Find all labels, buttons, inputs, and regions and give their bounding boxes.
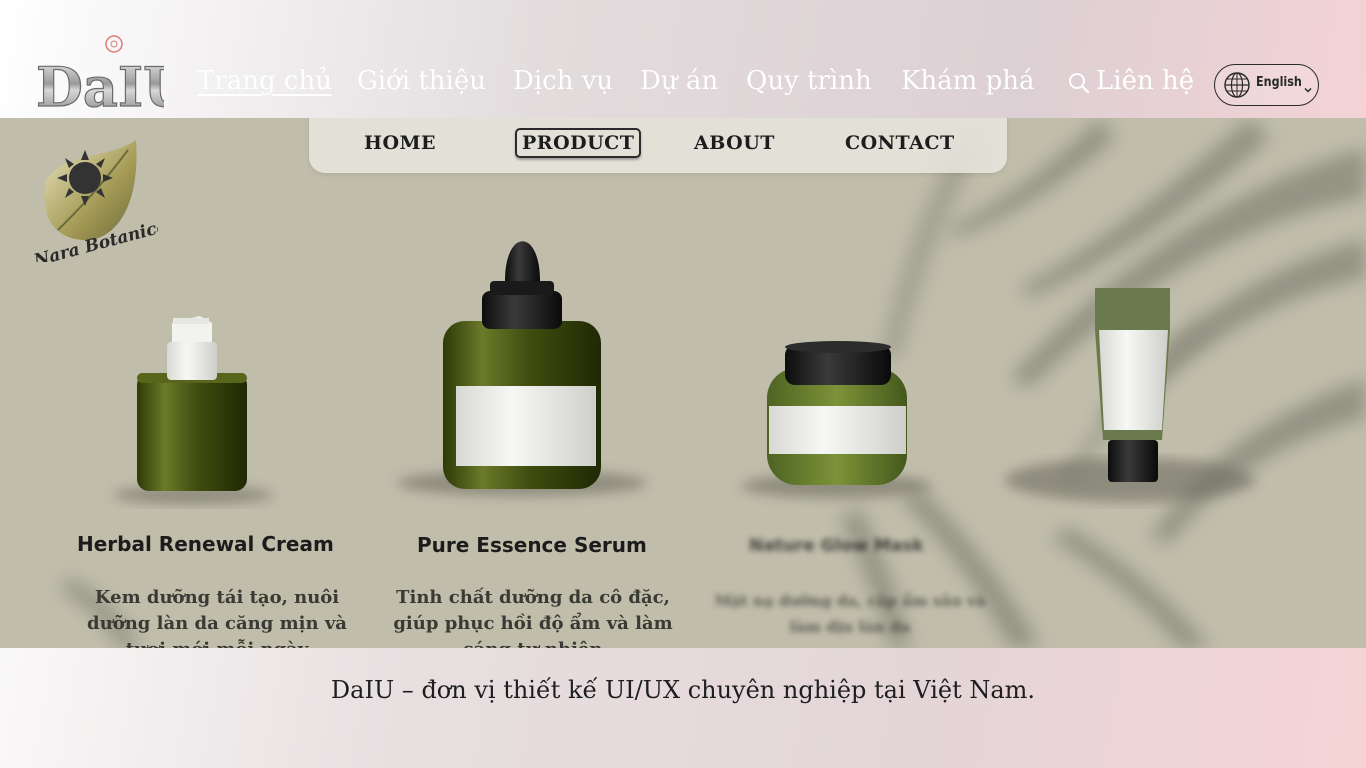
nav-contact[interactable]: Liên hệ bbox=[1096, 66, 1194, 96]
nav-about[interactable]: Giới thiệu bbox=[357, 66, 486, 96]
nara-botanica-logo: Nara Botanica bbox=[28, 140, 170, 271]
globe-icon bbox=[1223, 71, 1251, 99]
mockup-nav-product: PRODUCT bbox=[515, 128, 642, 158]
product-mockup-illustration bbox=[0, 118, 1366, 648]
svg-text:DaIU: DaIU bbox=[36, 55, 164, 110]
product-description: Tinh chất dưỡng da cô đặc, giúp phục hồi… bbox=[393, 587, 673, 648]
mockup-nav-home: HOME bbox=[364, 132, 437, 154]
language-label: English bbox=[1256, 75, 1302, 90]
product-description: Mặt nạ dưỡng da, cấp ẩm sâu và làm dịu l… bbox=[714, 592, 986, 636]
nav-home[interactable]: Trang chủ bbox=[197, 66, 332, 96]
nav-process[interactable]: Quy trình bbox=[746, 66, 872, 96]
mockup-nav-about: ABOUT bbox=[694, 132, 775, 154]
daiu-logo[interactable]: DaIU bbox=[34, 34, 191, 120]
product-name: Herbal Renewal Cream bbox=[77, 532, 334, 556]
mockup-nav-bar: HOME PRODUCT ABOUT CONTACT bbox=[309, 118, 1007, 173]
image-caption: DaIU – đơn vị thiết kế UI/UX chuyên nghi… bbox=[330, 676, 1036, 704]
chevron-down-icon bbox=[1303, 80, 1313, 93]
product-name: Nature Glow Mask bbox=[749, 536, 924, 556]
product-name: Pure Essence Serum bbox=[417, 533, 647, 557]
search-icon[interactable] bbox=[1067, 71, 1091, 95]
mockup-nav-contact: CONTACT bbox=[845, 132, 955, 154]
hero-project-image: HOME PRODUCT ABOUT CONTACT Nara Botanica… bbox=[0, 118, 1366, 648]
language-selector[interactable]: English bbox=[1214, 64, 1319, 106]
site-header: DaIU Trang chủ Giới thiệu Dịch vụ Dự án … bbox=[0, 0, 1366, 120]
nav-explore[interactable]: Khám phá bbox=[901, 66, 1034, 96]
nav-projects[interactable]: Dự án bbox=[640, 66, 718, 96]
nav-services[interactable]: Dịch vụ bbox=[513, 66, 613, 96]
product-description: Kem dưỡng tái tạo, nuôi dưỡng làn da căn… bbox=[87, 587, 347, 648]
